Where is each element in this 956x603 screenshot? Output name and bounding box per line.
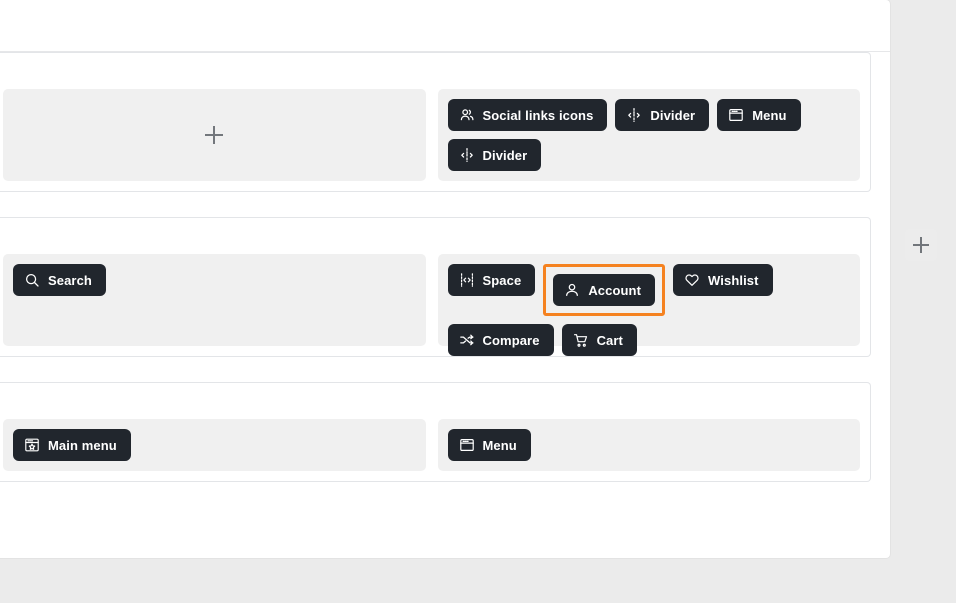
plus-icon	[205, 126, 224, 144]
widget-chip-label: Main menu	[48, 437, 117, 453]
heart-icon	[684, 272, 700, 288]
widget-chip-label: Account	[588, 282, 642, 298]
widget-chip-wishlist[interactable]: Wishlist	[673, 264, 773, 296]
widget-chip-divider-2[interactable]: Divider	[447, 139, 542, 171]
divider-icon	[626, 107, 642, 123]
widget-chip-label: Divider	[482, 147, 528, 163]
middle-bar-left-dropzone[interactable]: Search	[3, 254, 426, 346]
widget-chip-label: Menu	[752, 107, 787, 123]
menu-window-icon	[459, 437, 475, 453]
widget-chip-compare[interactable]: Compare	[447, 324, 554, 356]
top-bar-section: Social links icons Divider Menu Divider	[0, 52, 871, 192]
header-builder-canvas: Social links icons Divider Menu Divider …	[0, 0, 956, 603]
search-icon	[24, 272, 40, 288]
widget-chip-label: Social links icons	[482, 107, 594, 123]
menu-window-icon	[728, 107, 744, 123]
account-icon	[564, 282, 580, 298]
widget-chip-label: Wishlist	[708, 272, 759, 288]
bottom-bar-left-dropzone[interactable]: Main menu	[3, 419, 426, 471]
widget-chip-label: Divider	[650, 107, 696, 123]
add-section-button[interactable]	[905, 229, 937, 261]
widget-chip-label: Cart	[596, 332, 623, 348]
cart-icon	[573, 332, 589, 348]
widget-chip-menu-1[interactable]: Menu	[717, 99, 801, 131]
selected-widget-outline: Account	[543, 264, 666, 316]
widget-chip-label: Compare	[482, 332, 540, 348]
widget-chip-space[interactable]: Space	[447, 264, 536, 296]
widget-chip-label: Menu	[482, 437, 517, 453]
social-links-icon	[459, 107, 475, 123]
middle-bar-right-dropzone[interactable]: Space Account Wishlist Compare Cart	[437, 254, 860, 356]
top-bar-right-dropzone[interactable]: Social links icons Divider Menu Divider	[437, 89, 860, 181]
widget-chip-menu-2[interactable]: Menu	[447, 429, 531, 461]
widget-chip-social-links-icons[interactable]: Social links icons	[447, 99, 608, 131]
widget-chip-label: Space	[482, 272, 522, 288]
bottom-bar-section: Main menu Menu	[0, 382, 871, 482]
main-menu-icon	[24, 437, 40, 453]
widget-chip-search[interactable]: Search	[13, 264, 106, 296]
bottom-bar-right-dropzone[interactable]: Menu	[437, 419, 860, 471]
widget-chip-main-menu[interactable]: Main menu	[13, 429, 131, 461]
widget-chip-label: Search	[48, 272, 92, 288]
middle-bar-section: Search Space Account Wishlist Compare Ca…	[0, 217, 871, 357]
widget-chip-divider-1[interactable]: Divider	[615, 99, 710, 131]
plus-icon	[913, 237, 929, 253]
widget-chip-account[interactable]: Account	[553, 274, 656, 306]
top-bar-left-dropzone[interactable]	[3, 89, 426, 181]
compare-icon	[459, 332, 475, 348]
space-icon	[459, 272, 475, 288]
widget-chip-cart[interactable]: Cart	[561, 324, 637, 356]
divider-icon	[459, 147, 475, 163]
